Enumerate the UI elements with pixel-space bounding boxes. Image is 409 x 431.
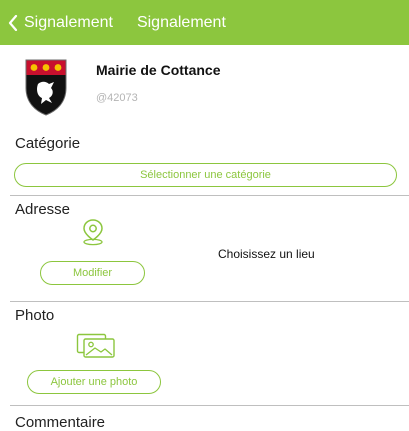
org-header: Mairie de Cottance @42073 bbox=[24, 58, 404, 118]
divider-category bbox=[10, 195, 409, 196]
map-pin-icon[interactable] bbox=[80, 218, 106, 246]
add-photo-button[interactable]: Ajouter une photo bbox=[27, 370, 161, 394]
modify-address-button[interactable]: Modifier bbox=[40, 261, 145, 285]
crest-logo bbox=[25, 59, 67, 116]
photo-label: Photo bbox=[15, 307, 55, 324]
chevron-left-icon bbox=[8, 14, 18, 31]
comment-label: Commentaire bbox=[15, 414, 106, 431]
org-name: Mairie de Cottance bbox=[96, 62, 221, 78]
back-label: Signalement bbox=[24, 13, 113, 31]
back-button[interactable]: Signalement bbox=[8, 14, 113, 32]
photos-icon[interactable] bbox=[76, 333, 116, 359]
address-label: Adresse bbox=[15, 201, 71, 218]
select-category-button[interactable]: Sélectionner une catégorie bbox=[14, 163, 397, 187]
divider-address bbox=[10, 301, 409, 302]
nav-title: Signalement bbox=[136, 13, 226, 31]
nav-bar: Signalement Signalement bbox=[0, 0, 409, 45]
place-prompt[interactable]: Choisissez un lieu bbox=[218, 247, 315, 261]
org-handle: @42073 bbox=[96, 92, 138, 104]
category-label: Catégorie bbox=[15, 135, 81, 152]
divider-photo bbox=[10, 405, 409, 406]
